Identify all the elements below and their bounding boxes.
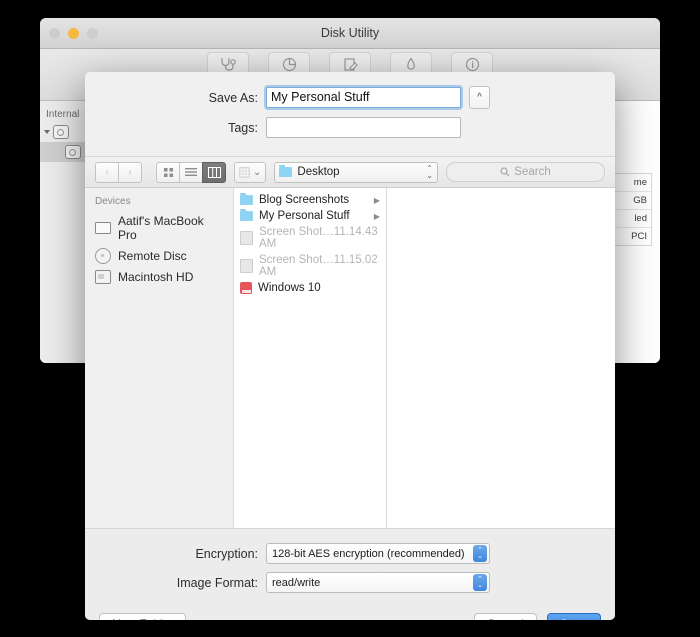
tags-input[interactable] — [266, 117, 461, 138]
chevron-up-icon[interactable]: ^ — [469, 86, 490, 109]
stepper-icon: ⌃ ⌄ — [473, 545, 487, 562]
stepper-icon: ⌃ ⌄ — [426, 164, 433, 180]
zoom-button[interactable] — [87, 28, 98, 39]
finder-navigation-bar: ‹ › ⌄ Desktop ⌃ ⌄ Search — [85, 156, 615, 188]
places-section-devices: Devices — [95, 196, 131, 207]
action-menu-button[interactable]: ⌄ — [234, 161, 267, 183]
list-item[interactable]: Windows 10 — [234, 280, 386, 296]
disk-utility-titlebar: Disk Utility — [40, 18, 660, 49]
disk-image-icon — [240, 282, 252, 294]
volume-icon — [65, 145, 81, 159]
disk-icon — [53, 125, 69, 139]
disclosure-triangle-icon[interactable] — [44, 130, 50, 134]
dialog-button-bar: New Folder Cancel Save — [85, 601, 615, 620]
save-dialog: Save As: ^ Tags: ‹ › — [85, 72, 615, 620]
tags-label: Tags: — [228, 120, 258, 135]
place-label: Macintosh HD — [118, 270, 194, 284]
cancel-button[interactable]: Cancel — [473, 613, 537, 620]
save-as-input[interactable] — [266, 87, 461, 108]
sidebar-item-macbook-pro[interactable]: Aatif's MacBook Pro — [85, 211, 233, 245]
chevron-right-icon: ▶ — [373, 195, 380, 205]
save-dialog-options: Encryption: 128-bit AES encryption (reco… — [85, 528, 615, 620]
icon-view-button[interactable] — [156, 161, 180, 183]
list-item[interactable]: Blog Screenshots ▶ — [234, 192, 386, 208]
save-as-row: Save As: ^ — [85, 86, 615, 109]
search-placeholder: Search — [514, 166, 551, 178]
place-label: Remote Disc — [118, 249, 187, 263]
hard-drive-icon — [95, 270, 111, 284]
file-column-empty — [387, 188, 615, 528]
minimize-button[interactable] — [68, 28, 79, 39]
optical-disc-icon — [95, 248, 111, 264]
history-buttons: ‹ › — [95, 161, 142, 183]
file-column: Blog Screenshots ▶ My Personal Stuff ▶ S… — [234, 188, 387, 528]
encryption-label: Encryption: — [195, 546, 258, 561]
file-browser: Devices Aatif's MacBook Pro Remote Disc … — [85, 188, 615, 528]
file-name: Blog Screenshots — [259, 194, 350, 206]
search-input[interactable]: Search — [446, 162, 605, 182]
file-name: Screen Shot…11.14.43 AM — [259, 226, 378, 250]
view-mode-switcher — [156, 161, 226, 183]
close-button[interactable] — [49, 28, 60, 39]
place-label: Aatif's MacBook Pro — [118, 214, 204, 242]
image-format-label: Image Format: — [176, 575, 258, 590]
image-format-row: Image Format: read/write ⌃ ⌄ — [85, 572, 615, 593]
stepper-icon: ⌃ ⌄ — [473, 574, 487, 591]
file-name: Screen Shot…11.15.02 AM — [259, 254, 378, 278]
laptop-icon — [95, 222, 111, 234]
folder-icon — [240, 208, 253, 221]
encryption-row: Encryption: 128-bit AES encryption (reco… — [85, 543, 615, 564]
file-name: Windows 10 — [258, 282, 321, 294]
chevron-right-icon: ▶ — [373, 211, 380, 221]
places-sidebar: Devices Aatif's MacBook Pro Remote Disc … — [85, 188, 234, 528]
sidebar-item-remote-disc[interactable]: Remote Disc — [85, 245, 233, 267]
location-label: Desktop — [297, 166, 340, 178]
list-item[interactable]: Screen Shot…11.15.02 AM — [234, 252, 386, 280]
encryption-value: 128-bit AES encryption (recommended) — [272, 547, 465, 560]
window-controls — [49, 28, 98, 39]
list-view-button[interactable] — [179, 161, 203, 183]
chevron-down-icon: ⌄ — [253, 166, 262, 178]
new-folder-button[interactable]: New Folder — [99, 613, 187, 620]
file-name: My Personal Stuff — [259, 210, 350, 222]
window-title: Disk Utility — [320, 26, 380, 40]
save-as-label: Save As: — [208, 90, 258, 105]
tags-row: Tags: — [85, 117, 615, 138]
folder-icon — [240, 192, 253, 205]
save-button[interactable]: Save — [546, 613, 601, 620]
column-view-button[interactable] — [202, 161, 226, 183]
image-format-value: read/write — [272, 576, 321, 589]
sidebar-item-macintosh-hd[interactable]: Macintosh HD — [85, 267, 233, 287]
back-button[interactable]: ‹ — [95, 161, 119, 183]
encryption-select[interactable]: 128-bit AES encryption (recommended) ⌃ ⌄ — [266, 543, 490, 564]
image-format-select[interactable]: read/write ⌃ ⌄ — [266, 572, 490, 593]
save-dialog-header: Save As: ^ Tags: — [85, 72, 615, 156]
screen: Disk Utility First Aid Partition Erase — [0, 0, 700, 637]
location-popup-button[interactable]: Desktop ⌃ ⌄ — [274, 161, 438, 183]
search-icon — [500, 167, 510, 177]
file-icon — [240, 259, 253, 273]
list-item[interactable]: Screen Shot…11.14.43 AM — [234, 224, 386, 252]
folder-icon — [279, 164, 293, 177]
file-icon — [240, 231, 253, 245]
forward-button[interactable]: › — [118, 161, 142, 183]
list-item[interactable]: My Personal Stuff ▶ — [234, 208, 386, 224]
